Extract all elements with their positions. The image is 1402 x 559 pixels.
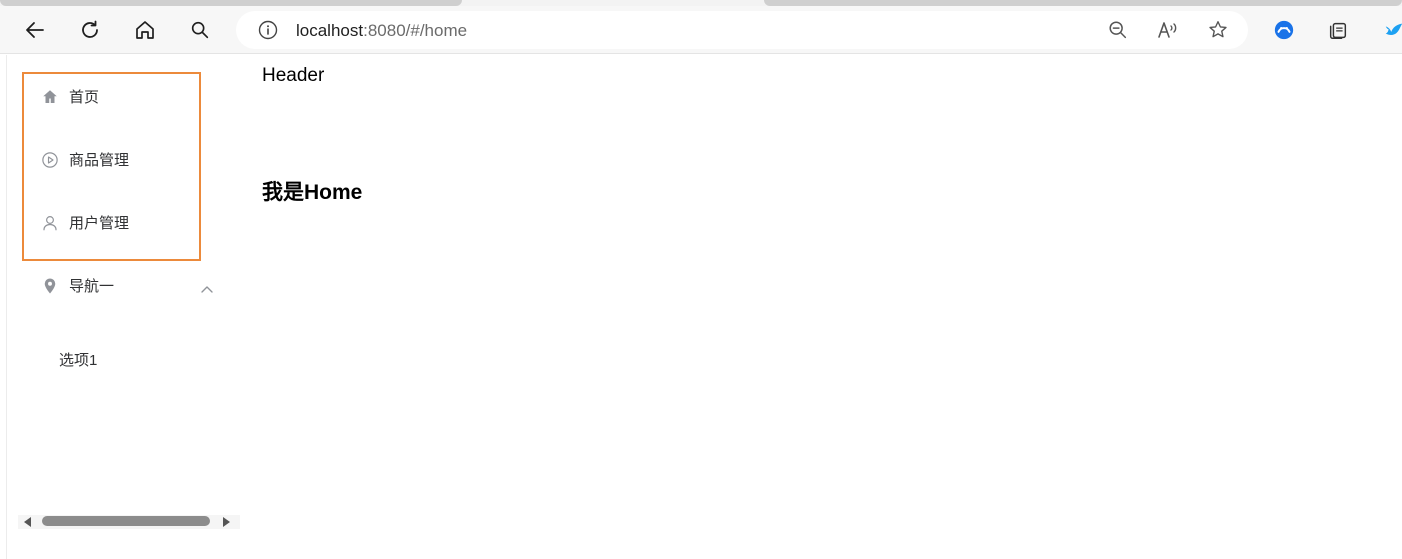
- play-circle-icon: [41, 151, 59, 169]
- collections-button[interactable]: [1322, 14, 1354, 46]
- scrollbar-thumb[interactable]: [42, 516, 210, 526]
- home-outline-icon: [136, 21, 154, 39]
- submenu-label: 导航一: [69, 278, 115, 295]
- url-text[interactable]: localhost:8080/#/home: [296, 21, 467, 41]
- extension-button[interactable]: [1268, 14, 1300, 46]
- submenu-nav-one[interactable]: 导航一: [7, 254, 235, 317]
- extension-icon: [1274, 20, 1294, 40]
- zoom-out-icon[interactable]: [1106, 18, 1130, 42]
- back-arrow-icon: [26, 22, 44, 38]
- bird-extension-icon: [1385, 23, 1402, 35]
- site-info-icon[interactable]: [258, 20, 278, 45]
- collections-icon: [1329, 22, 1347, 39]
- sidebar-horizontal-scrollbar[interactable]: [18, 515, 240, 529]
- sidebar-item-home[interactable]: 首页: [7, 65, 235, 128]
- submenu-item-option1[interactable]: 选项1: [7, 334, 235, 384]
- home-icon: [41, 88, 59, 106]
- sidebar-item-label: 商品管理: [69, 152, 130, 169]
- user-icon: [41, 214, 59, 232]
- home-button[interactable]: [129, 14, 161, 46]
- refresh-icon: [82, 20, 98, 38]
- location-icon: [41, 277, 59, 295]
- sidebar-item-users[interactable]: 用户管理: [7, 191, 235, 254]
- search-icon: [191, 21, 209, 39]
- browser-toolbar: localhost:8080/#/home: [0, 6, 1402, 54]
- bird-extension-button[interactable]: [1378, 14, 1402, 46]
- main-content: Header 我是Home: [262, 55, 1392, 559]
- app-container: 首页 商品管理 用户管理 导航一 选项1 Header 我是Home: [0, 55, 1402, 559]
- submenu-item-label: 选项1: [59, 351, 98, 369]
- chevron-up-icon: [201, 280, 213, 298]
- sidebar-menu: 首页 商品管理 用户管理 导航一 选项1: [6, 55, 240, 559]
- page-title: 我是Home: [262, 181, 363, 204]
- sidebar-item-label: 首页: [69, 89, 100, 106]
- url-path: :8080/#/home: [363, 21, 468, 40]
- sidebar-item-label: 用户管理: [69, 215, 130, 232]
- url-host: localhost: [296, 21, 364, 40]
- favorite-star-icon[interactable]: [1206, 18, 1230, 42]
- search-button[interactable]: [184, 14, 216, 46]
- page-header: Header: [262, 65, 325, 86]
- refresh-button[interactable]: [74, 14, 106, 46]
- back-button[interactable]: [19, 14, 51, 46]
- address-bar[interactable]: localhost:8080/#/home: [236, 11, 1248, 49]
- scroll-right-arrow-icon[interactable]: [223, 517, 230, 527]
- read-aloud-icon[interactable]: [1156, 18, 1180, 42]
- scroll-left-arrow-icon[interactable]: [24, 517, 31, 527]
- sidebar-item-products[interactable]: 商品管理: [7, 128, 235, 191]
